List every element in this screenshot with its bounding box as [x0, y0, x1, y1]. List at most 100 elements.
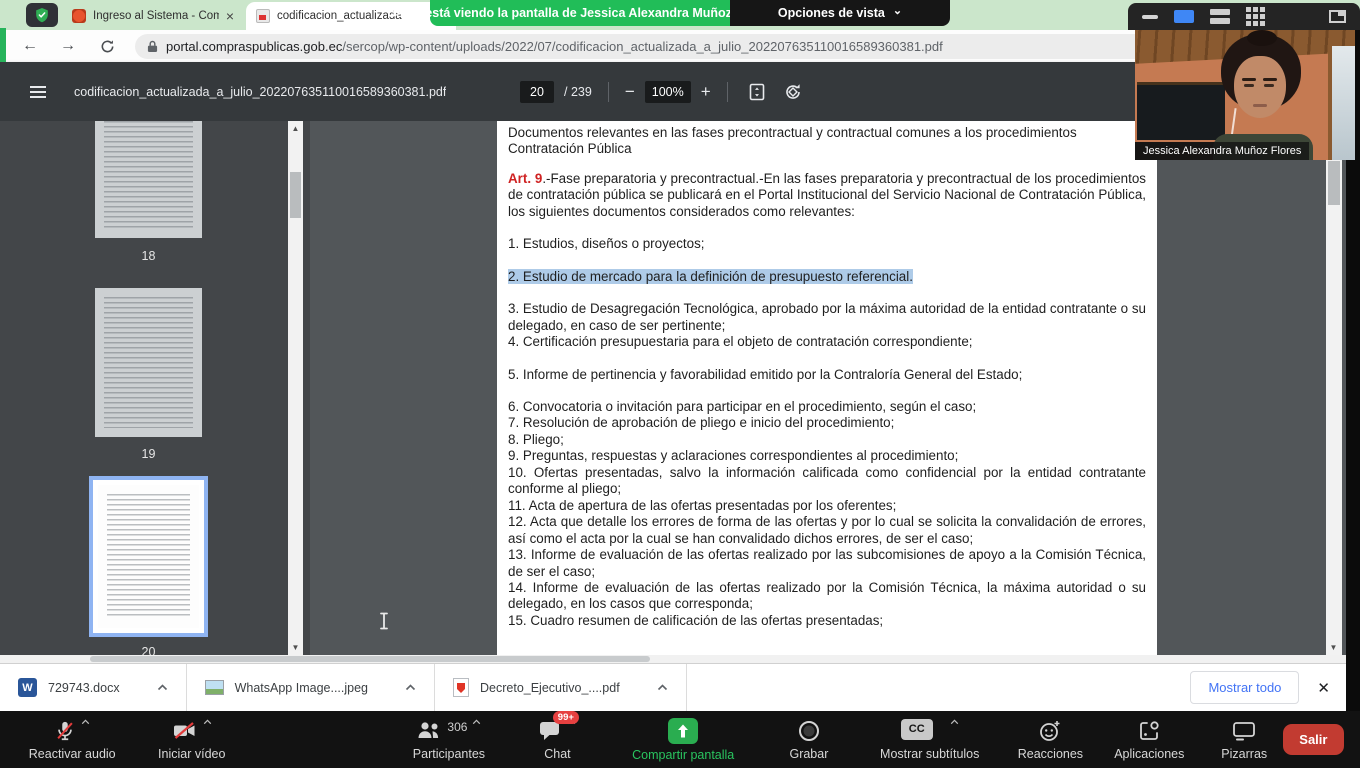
document-item: 2. Estudio de mercado para la definición… [508, 269, 1146, 285]
captions-button[interactable]: CC Mostrar subtítulos [866, 719, 994, 761]
document-item: 9. Preguntas, respuestas y aclaraciones … [508, 448, 1146, 464]
rotate-icon[interactable] [780, 83, 806, 101]
start-video-button[interactable]: Iniciar vídeo [136, 719, 247, 761]
thumbnail-page-18[interactable] [95, 121, 202, 238]
pdf-page: Documentos relevantes en las fases preco… [497, 121, 1157, 655]
zoom-share-banner: Usted está viendo la pantalla de Jessica… [430, 0, 730, 26]
speaker-view-icon[interactable] [1174, 10, 1194, 23]
pdf-filename: codificacion_actualizada_a_julio_2022076… [74, 85, 446, 99]
url-domain: portal.compraspublicas.gob.ec [166, 39, 342, 54]
document-item: 11. Acta de apertura de las ofertas pres… [508, 498, 1146, 514]
pdf-horizontal-scrollbar[interactable] [0, 655, 1346, 663]
leave-meeting-button[interactable]: Salir [1283, 724, 1344, 755]
download-item-docx[interactable]: W 729743.docx [0, 664, 187, 711]
article-9-paragraph: Art. 9.-Fase preparatoria y precontractu… [508, 171, 1146, 220]
scroll-down-icon[interactable]: ▼ [288, 643, 303, 652]
browser-tab-ingreso[interactable]: Ingreso al Sistema - Compras Púb × [62, 2, 244, 30]
chevron-up-icon [203, 719, 212, 725]
document-item: 15. Cuadro resumen de calificación de la… [508, 613, 1146, 629]
menu-icon[interactable] [30, 86, 46, 98]
view-options-button[interactable]: Opciones de vista ⌄ [730, 0, 950, 26]
close-downloads-icon[interactable]: ✕ [1317, 679, 1330, 697]
url-path: /sercop/wp-content/uploads/2022/07/codif… [342, 39, 942, 54]
chevron-up-icon[interactable] [157, 684, 168, 691]
scrollbar-thumb[interactable] [90, 656, 650, 662]
thumbnail-page-19[interactable] [95, 288, 202, 437]
screen: Ingreso al Sistema - Compras Púb × codif… [0, 0, 1360, 768]
document-item: 3. Estudio de Desagregación Tecnológica,… [508, 301, 1146, 334]
url-input[interactable]: portal.compraspublicas.gob.ec/sercop/wp-… [135, 34, 1251, 59]
article-number: Art. 9 [508, 171, 542, 186]
whiteboards-button[interactable]: Pizarras [1206, 719, 1283, 761]
pdf-viewport: 18 19 20 ▲ ▼ Documentos relevantes en la… [0, 121, 1346, 655]
zoom-level[interactable]: 100% [645, 81, 691, 103]
chevron-up-icon [950, 719, 959, 725]
zoom-meeting-toolbar: Reactivar audio Iniciar vídeo 306 Partic… [0, 711, 1360, 768]
word-file-icon: W [18, 678, 37, 697]
pdf-vertical-scrollbar[interactable]: ▼ [1326, 121, 1342, 655]
sidebar-scrollbar[interactable]: ▲ ▼ [288, 121, 303, 655]
document-item: 12. Acta que detalle los errores de form… [508, 514, 1146, 547]
cc-icon: CC [901, 719, 933, 740]
thumbnail-page-20-selected[interactable] [89, 476, 208, 637]
image-file-icon [205, 680, 224, 695]
reactions-button[interactable]: Reacciones [1008, 719, 1093, 761]
participants-count: 306 [447, 720, 467, 734]
scrollbar-thumb[interactable] [290, 172, 301, 218]
tab-favicon-icon [256, 9, 270, 23]
unmute-audio-button[interactable]: Reactivar audio [8, 719, 136, 761]
zoom-video-window-controls [1128, 3, 1360, 30]
fit-page-icon[interactable] [744, 83, 770, 101]
muted-mic-icon [54, 719, 76, 743]
text-cursor [378, 612, 390, 630]
zoom-security-shield-icon [26, 3, 58, 27]
chevron-up-icon [472, 719, 481, 725]
exit-fullscreen-icon[interactable] [1329, 10, 1346, 23]
chat-button[interactable]: 99+ Chat [527, 719, 588, 761]
stacked-view-icon[interactable] [1210, 9, 1230, 24]
chevron-up-icon [81, 719, 90, 725]
chevron-down-icon: ⌄ [893, 6, 902, 17]
document-items: 1. Estudios, diseños o proyectos; 2. Est… [508, 236, 1146, 629]
participants-button[interactable]: 306 Participantes [397, 719, 501, 761]
tab-title: Ingreso al Sistema - Compras Púb [93, 10, 219, 22]
gallery-view-icon[interactable] [1246, 7, 1265, 26]
participant-name-label: Jessica Alexandra Muñoz Flores [1135, 142, 1309, 160]
forward-icon[interactable]: → [60, 38, 76, 54]
record-button[interactable]: Grabar [774, 719, 843, 761]
zoom-out-button[interactable]: − [625, 83, 635, 100]
lock-icon [147, 40, 158, 53]
chevron-up-icon[interactable] [405, 684, 416, 691]
download-item-image[interactable]: WhatsApp Image....jpeg [187, 664, 435, 711]
zoom-in-button[interactable]: + [701, 83, 711, 100]
webcam-video[interactable]: Jessica Alexandra Muñoz Flores [1135, 30, 1355, 160]
back-icon[interactable]: ← [22, 38, 38, 54]
chevron-up-icon[interactable] [657, 684, 668, 691]
reload-icon[interactable] [100, 39, 115, 54]
apps-button[interactable]: Aplicaciones [1101, 719, 1198, 761]
video-off-icon [172, 719, 198, 743]
record-icon [797, 719, 821, 743]
document-item: 14. Informe de evaluación de las ofertas… [508, 580, 1146, 613]
minimize-icon[interactable] [1142, 15, 1158, 19]
scroll-down-icon[interactable]: ▼ [1326, 643, 1341, 652]
document-item: 8. Pliego; [508, 432, 1146, 448]
document-item: 7. Resolución de aprobación de pliego e … [508, 415, 1146, 431]
show-all-downloads-button[interactable]: Mostrar todo [1190, 671, 1299, 704]
share-screen-icon [668, 718, 698, 744]
download-item-pdf[interactable]: Decreto_Ejecutivo_....pdf [435, 664, 687, 711]
whiteboard-icon [1231, 719, 1257, 743]
thumbnail-label: 19 [95, 447, 202, 461]
participants-icon [416, 719, 442, 742]
share-screen-button[interactable]: Compartir pantalla [614, 718, 752, 762]
document-item: 10. Ofertas presentadas, salvo la inform… [508, 465, 1146, 498]
smiley-plus-icon [1038, 719, 1062, 743]
document-heading: Documentos relevantes en las fases preco… [508, 125, 1146, 158]
scrollbar-thumb[interactable] [1328, 161, 1340, 205]
scroll-up-icon[interactable]: ▲ [288, 124, 303, 133]
tab-favicon-icon [72, 9, 86, 23]
page-number-input[interactable]: 20 [520, 81, 554, 103]
tab-close-icon[interactable]: × [226, 9, 234, 23]
page-total: / 239 [564, 85, 592, 99]
document-item: 4. Certificación presupuestaria para el … [508, 334, 1146, 350]
